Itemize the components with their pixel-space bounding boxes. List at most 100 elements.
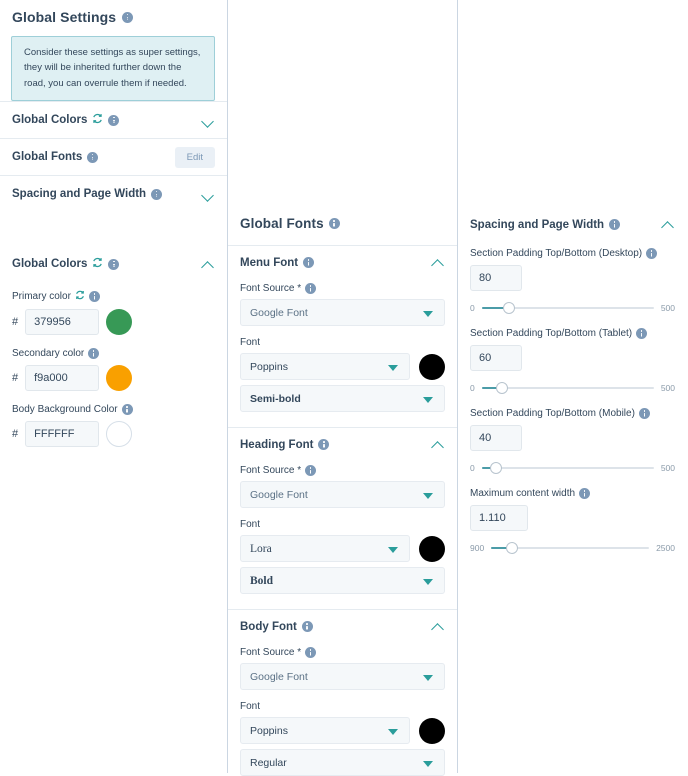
slider-thumb[interactable]: [505, 542, 518, 554]
sidebar-item-spacing-page-width[interactable]: Spacing and Page Width: [0, 175, 227, 212]
sidebar-item-label: Global Fonts: [12, 151, 83, 164]
refresh-icon[interactable]: [92, 255, 103, 273]
edit-button[interactable]: Edit: [174, 146, 215, 168]
refresh-icon[interactable]: [92, 111, 103, 129]
section-padding-mobile-input[interactable]: 40: [470, 425, 522, 451]
info-icon[interactable]: [318, 439, 330, 450]
menu-font-family-select[interactable]: Poppins: [240, 353, 410, 380]
info-icon[interactable]: [88, 348, 100, 360]
menu-font-weight-select[interactable]: Semi-bold: [240, 385, 445, 412]
info-icon[interactable]: [636, 328, 648, 339]
heading-font-source-select[interactable]: Google Font: [240, 481, 445, 508]
slider-track[interactable]: [481, 462, 654, 474]
heading-font-title: Heading Font: [240, 438, 314, 451]
info-icon[interactable]: [305, 465, 317, 476]
info-icon[interactable]: [579, 488, 591, 499]
info-icon[interactable]: [88, 291, 100, 303]
menu-font-label-wrap: Font: [240, 337, 445, 348]
info-icon[interactable]: [609, 219, 621, 230]
body-background-color-field: Body Background Color #: [0, 404, 227, 448]
primary-color-input[interactable]: [25, 309, 100, 336]
menu-font-weight-value: Semi-bold: [250, 392, 301, 405]
chevron-down-icon: [388, 728, 398, 735]
info-icon[interactable]: [646, 248, 658, 259]
chevron-up-icon[interactable]: [432, 256, 445, 269]
menu-font-color-swatch[interactable]: [419, 353, 445, 380]
body-font-field: Font Poppins Regular: [228, 701, 457, 776]
body-font-family-select[interactable]: Poppins: [240, 717, 410, 744]
chevron-down-icon[interactable]: [202, 188, 215, 201]
body-background-color-swatch[interactable]: [106, 421, 133, 448]
primary-color-swatch[interactable]: [106, 309, 133, 336]
info-icon[interactable]: [301, 621, 313, 632]
secondary-color-input[interactable]: [25, 365, 100, 392]
body-font-header[interactable]: Body Font: [228, 610, 457, 643]
section-padding-tablet-slider[interactable]: 0 500: [470, 382, 675, 394]
heading-font-source-value: Google Font: [250, 488, 308, 501]
info-icon[interactable]: [303, 257, 315, 268]
maximum-content-width-input[interactable]: 1.110: [470, 505, 528, 531]
maximum-content-width-slider[interactable]: 900 2500: [470, 542, 675, 554]
info-icon[interactable]: [305, 647, 317, 658]
chevron-up-icon[interactable]: [432, 438, 445, 451]
secondary-color-label: Secondary color: [12, 348, 85, 360]
heading-font-label-wrap: Font: [240, 519, 445, 530]
menu-font-section: Menu Font Font Source * Google Font Font: [228, 246, 457, 427]
info-icon[interactable]: [87, 151, 99, 163]
info-icon[interactable]: [108, 114, 120, 126]
heading-font-header[interactable]: Heading Font: [228, 428, 457, 461]
heading-font-family-value: Lora: [250, 542, 272, 555]
section-padding-desktop-label: Section Padding Top/Bottom (Desktop): [470, 248, 643, 259]
secondary-color-input-row: #: [12, 365, 215, 392]
global-colors-panel-header[interactable]: Global Colors: [0, 255, 227, 273]
section-padding-mobile-slider[interactable]: 0 500: [470, 462, 675, 474]
slider-track[interactable]: [481, 382, 654, 394]
info-icon[interactable]: [328, 218, 340, 229]
sidebar-item-global-colors[interactable]: Global Colors: [0, 101, 227, 138]
slider-min-label: 900: [470, 543, 485, 553]
chevron-down-icon: [423, 760, 433, 767]
heading-font-family-select[interactable]: Lora: [240, 535, 410, 562]
heading-font-color-swatch[interactable]: [419, 535, 445, 562]
info-icon[interactable]: [122, 11, 134, 23]
info-icon[interactable]: [108, 258, 120, 270]
chevron-down-icon: [423, 674, 433, 681]
section-padding-desktop-slider[interactable]: 0 500: [470, 302, 675, 314]
chevron-down-icon: [423, 396, 433, 403]
heading-font-weight-select[interactable]: Bold: [240, 567, 445, 594]
menu-font-header[interactable]: Menu Font: [228, 246, 457, 279]
info-icon[interactable]: [151, 188, 163, 200]
secondary-color-field: Secondary color #: [0, 348, 227, 392]
section-padding-desktop-input[interactable]: 80: [470, 265, 522, 291]
body-font-color-swatch[interactable]: [419, 717, 445, 744]
body-font-weight-select[interactable]: Regular: [240, 749, 445, 776]
slider-track[interactable]: [481, 302, 654, 314]
sidebar-item-global-fonts[interactable]: Global Fonts Edit: [0, 138, 227, 175]
info-icon[interactable]: [638, 408, 650, 419]
body-font-source-select[interactable]: Google Font: [240, 663, 445, 690]
body-background-color-input[interactable]: [25, 421, 100, 448]
spacing-panel-header[interactable]: Spacing and Page Width: [458, 0, 687, 231]
menu-font-source-select[interactable]: Google Font: [240, 299, 445, 326]
menu-font-field: Font Poppins Semi-bold: [228, 337, 457, 412]
refresh-icon[interactable]: [75, 290, 85, 303]
maximum-content-width-field: Maximum content width 1.110 900 2500: [458, 488, 687, 554]
slider-thumb[interactable]: [503, 302, 516, 314]
chevron-down-icon: [388, 364, 398, 371]
chevron-down-icon: [423, 310, 433, 317]
slider-thumb[interactable]: [496, 382, 509, 394]
section-padding-tablet-input[interactable]: 60: [470, 345, 522, 371]
chevron-up-icon[interactable]: [202, 258, 215, 271]
section-padding-tablet-field: Section Padding Top/Bottom (Tablet) 60 0…: [458, 328, 687, 394]
heading-font-source-label: Font Source *: [240, 465, 302, 476]
slider-track[interactable]: [491, 542, 650, 554]
slider-thumb[interactable]: [489, 462, 502, 474]
info-icon[interactable]: [121, 404, 133, 416]
sidebar-item-label-wrap: Spacing and Page Width: [12, 188, 163, 200]
chevron-up-icon[interactable]: [662, 218, 675, 231]
chevron-up-icon[interactable]: [432, 620, 445, 633]
chevron-down-icon[interactable]: [202, 114, 215, 127]
secondary-color-swatch[interactable]: [106, 365, 133, 392]
info-icon[interactable]: [305, 283, 317, 294]
spacing-page-width-column: Spacing and Page Width Section Padding T…: [458, 0, 687, 773]
